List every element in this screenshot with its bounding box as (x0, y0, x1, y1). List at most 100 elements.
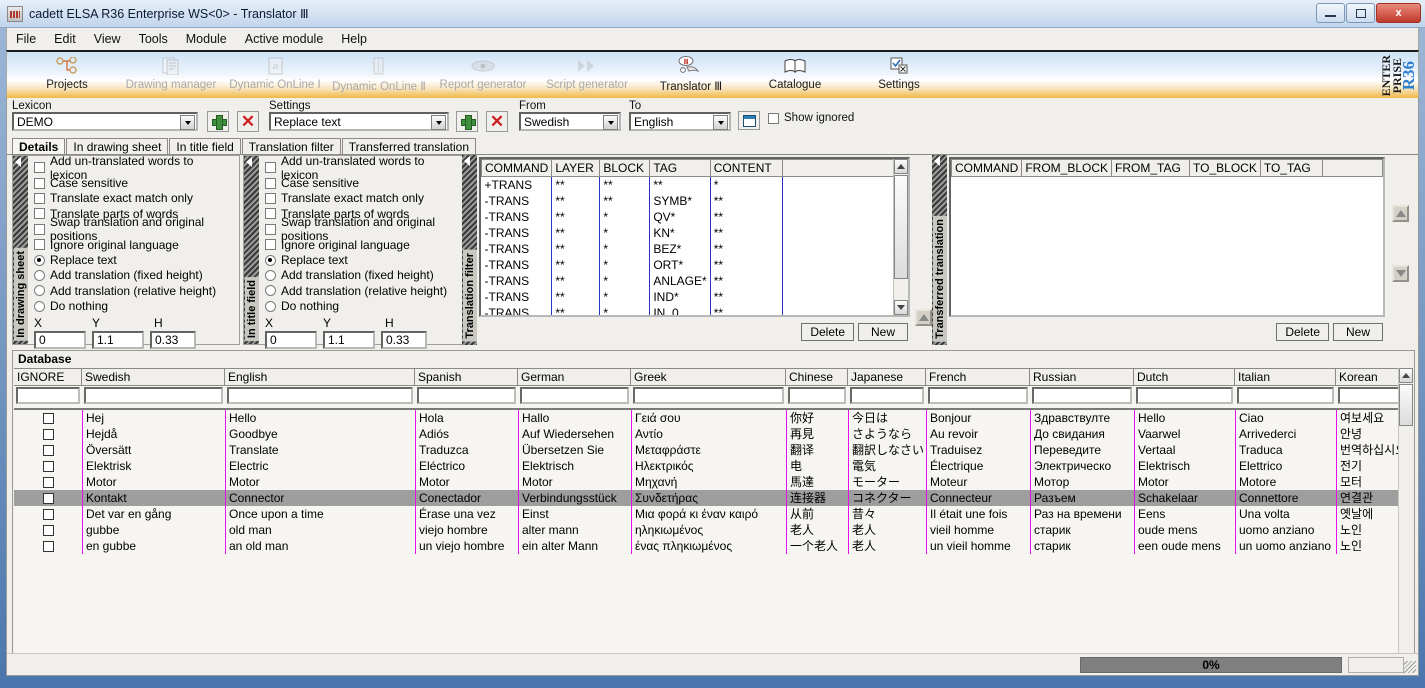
grid-row[interactable]: -TRANS ** * IN_0 ** (481, 304, 908, 315)
database-cell[interactable]: Traduca (1235, 442, 1336, 458)
scroll-down-button[interactable] (894, 300, 908, 315)
database-cell[interactable]: 连接器 (786, 490, 848, 506)
ignore-checkbox[interactable] (42, 524, 54, 536)
database-cell[interactable]: Здравствулте (1030, 410, 1134, 426)
database-filter-cell[interactable] (225, 387, 415, 406)
grid-cell[interactable]: ** (551, 256, 601, 273)
database-column-header[interactable]: French (926, 368, 1030, 386)
scrollbar-thumb[interactable] (894, 175, 908, 279)
database-grid[interactable]: IGNORE Swedish English Spanish German Greek Ch… (14, 368, 1413, 675)
database-cell[interactable]: Электрическо (1030, 458, 1134, 474)
database-cell[interactable]: un viejo hombre (415, 538, 518, 554)
grid-column-header[interactable]: TO_TAG (1259, 159, 1323, 177)
menu-item-edit[interactable]: Edit (45, 29, 85, 49)
drawing-sheet-x-input[interactable]: 0 (34, 330, 86, 349)
drawing-sheet-checkbox-1[interactable] (34, 177, 45, 189)
grid-cell[interactable] (782, 304, 908, 315)
database-cell[interactable]: Eens (1134, 506, 1235, 522)
grid-cell[interactable]: ** (710, 192, 783, 209)
grid-cell[interactable]: ** (551, 176, 601, 193)
drawing-sheet-checkbox-row[interactable]: Translate exact match only (34, 191, 233, 206)
drawing-sheet-checkbox-0[interactable] (34, 162, 45, 174)
menu-item-view[interactable]: View (85, 29, 130, 49)
grid-cell[interactable]: * (599, 272, 651, 289)
grid-cell[interactable]: ANLAGE* (649, 272, 711, 289)
database-cell[interactable]: Motor (225, 474, 415, 490)
database-ignore-cell[interactable] (14, 458, 82, 474)
tab-in-title-field[interactable]: In title field (169, 138, 241, 155)
settings-add-button[interactable] (456, 111, 478, 132)
grid-cell[interactable]: ** (710, 288, 783, 305)
drawing-sheet-radio-3[interactable] (34, 300, 45, 312)
database-row[interactable]: Elektrisk Electric Eléctrico Elektrisch Ηλεκ… (14, 458, 1413, 474)
title-field-radio-0[interactable] (265, 254, 276, 266)
database-filter-cell[interactable] (1134, 387, 1235, 406)
database-cell[interactable]: 翻訳しなさい (848, 442, 926, 458)
ignore-checkbox[interactable] (42, 444, 54, 456)
database-row[interactable]: Hejdå Goodbye Adiós Auf Wiedersehen Αντίο 再見さ… (14, 426, 1413, 442)
database-cell[interactable]: alter mann (518, 522, 631, 538)
title-field-radio-2[interactable] (265, 285, 276, 297)
grid-column-header[interactable]: COMMAND (481, 159, 553, 177)
database-cell[interactable]: 电 (786, 458, 848, 474)
database-cell[interactable]: an old man (225, 538, 415, 554)
grid-cell[interactable]: ** (649, 176, 711, 193)
chevron-down-icon[interactable] (431, 115, 446, 130)
ignore-checkbox[interactable] (42, 460, 54, 472)
settings-delete-button[interactable]: ✕ (486, 111, 508, 132)
database-cell[interactable]: Connettore (1235, 490, 1336, 506)
database-cell[interactable]: Motor (1134, 474, 1235, 490)
grid-row[interactable]: -TRANS ** * BEZ* ** (481, 240, 908, 257)
title-field-radio-row[interactable]: Do nothing (265, 299, 464, 314)
database-filter-cell[interactable] (631, 387, 786, 406)
vtab-translation-filter[interactable]: Translation filter (462, 155, 477, 345)
database-cell[interactable]: en gubbe (82, 538, 225, 554)
title-field-radio-1[interactable] (265, 269, 276, 281)
database-cell[interactable]: Conectador (415, 490, 518, 506)
database-cell[interactable]: Eléctrico (415, 458, 518, 474)
grid-cell[interactable]: ** (551, 192, 601, 209)
grid-column-header[interactable]: FROM_BLOCK (1021, 159, 1113, 177)
grid-cell[interactable]: KN* (649, 224, 711, 241)
grid-row[interactable]: -TRANS ** ** SYMB* ** (481, 192, 908, 209)
grid-row[interactable]: +TRANS ** ** ** * (481, 176, 908, 193)
menu-item-active-module[interactable]: Active module (236, 29, 333, 49)
close-button[interactable]: x (1376, 3, 1421, 23)
database-column-header[interactable]: Dutch (1134, 368, 1235, 386)
database-cell[interactable]: viejo hombre (415, 522, 518, 538)
title-field-checkbox-4[interactable] (265, 223, 276, 235)
scroll-up-button[interactable] (1399, 368, 1413, 383)
title-field-radio-row[interactable]: Add translation (relative height) (265, 283, 464, 298)
grid-cell[interactable] (782, 176, 908, 193)
database-cell[interactable]: Übersetzen Sie (518, 442, 631, 458)
resize-grip[interactable] (1404, 661, 1416, 673)
translation-filter-new-button[interactable]: New (858, 323, 908, 341)
title-field-h-input[interactable]: 0.33 (381, 330, 427, 349)
grid-row[interactable]: -TRANS ** * ORT* ** (481, 256, 908, 273)
lexicon-delete-button[interactable]: ✕ (237, 111, 259, 132)
grid-cell[interactable]: * (710, 176, 783, 193)
ignore-checkbox[interactable] (42, 412, 54, 424)
database-cell[interactable]: Électrique (926, 458, 1030, 474)
database-filter-cell[interactable] (14, 387, 82, 406)
title-field-y-input[interactable]: 1.1 (323, 330, 375, 349)
database-cell[interactable]: 一个老人 (786, 538, 848, 554)
drawing-sheet-radio-row[interactable]: Do nothing (34, 299, 233, 314)
database-ignore-cell[interactable] (14, 522, 82, 538)
database-cell[interactable]: 馬達 (786, 474, 848, 490)
database-column-header[interactable]: German (518, 368, 631, 386)
database-cell[interactable]: ηληκιωμένος (631, 522, 786, 538)
maximize-button[interactable] (1346, 3, 1375, 23)
database-filter-input-swedish[interactable] (84, 387, 223, 404)
show-ignored-checkbox[interactable] (768, 112, 779, 124)
database-cell[interactable]: Auf Wiedersehen (518, 426, 631, 442)
database-cell[interactable]: Bonjour (926, 410, 1030, 426)
transferred-new-button[interactable]: New (1333, 323, 1383, 341)
toolbar-item-script-generator[interactable]: Script generator (535, 52, 639, 98)
database-column-header[interactable]: Russian (1030, 368, 1134, 386)
database-cell[interactable]: Connecteur (926, 490, 1030, 506)
database-cell[interactable]: Arrivederci (1235, 426, 1336, 442)
database-cell[interactable]: Мотор (1030, 474, 1134, 490)
language-table-button[interactable] (738, 111, 760, 130)
database-cell[interactable]: Kontakt (82, 490, 225, 506)
